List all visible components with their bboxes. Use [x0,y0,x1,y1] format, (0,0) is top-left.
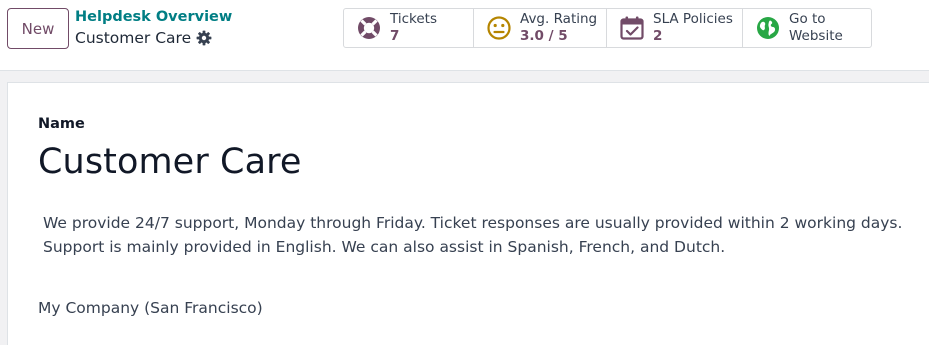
record-title: Customer Care [75,29,192,47]
description-line-2: Support is mainly provided in English. W… [43,238,726,256]
go-to-label: Go to [789,11,826,27]
smart-buttons: Tickets 7 Avg. Rating 3.0 / 5 SLA Polici… [343,8,872,48]
sla-policies-stat-text: SLA Policies 2 [653,11,733,45]
description-field[interactable]: We provide 24/7 support, Monday through … [43,211,929,259]
form-sheet: Name Customer Care We provide 24/7 suppo… [7,82,929,345]
gear-icon[interactable] [196,30,212,46]
breadcrumb-helpdesk-overview[interactable]: Helpdesk Overview [75,9,232,25]
avg-rating-label: Avg. Rating [520,11,598,27]
sla-policies-label: SLA Policies [653,11,733,27]
sla-policies-stat-button[interactable]: SLA Policies 2 [607,9,743,47]
tickets-stat-text: Tickets 7 [390,11,437,45]
avg-rating-stat-button[interactable]: Avg. Rating 3.0 / 5 [474,9,607,47]
meh-face-icon [487,16,511,40]
tickets-label: Tickets [390,11,437,27]
lifebuoy-icon [358,17,380,39]
calendar-check-icon [620,16,644,40]
go-to-website-text: Go to Website [789,11,843,45]
tickets-stat-button[interactable]: Tickets 7 [344,9,474,47]
name-field-label: Name [38,116,85,132]
new-button[interactable]: New [7,8,69,49]
company-field[interactable]: My Company (San Francisco) [38,299,263,317]
description-line-1: We provide 24/7 support, Monday through … [43,214,903,232]
control-panel: New Helpdesk Overview Customer Care Tick… [0,0,929,71]
website-label: Website [789,28,843,44]
sla-policies-count: 2 [653,28,663,44]
globe-icon [757,17,779,39]
avg-rating-value: 3.0 / 5 [520,28,568,44]
tickets-count: 7 [390,28,400,44]
avg-rating-stat-text: Avg. Rating 3.0 / 5 [520,11,597,45]
name-field-input[interactable]: Customer Care [38,142,301,182]
breadcrumb-current: Customer Care [75,29,212,47]
go-to-website-button[interactable]: Go to Website [743,9,871,47]
